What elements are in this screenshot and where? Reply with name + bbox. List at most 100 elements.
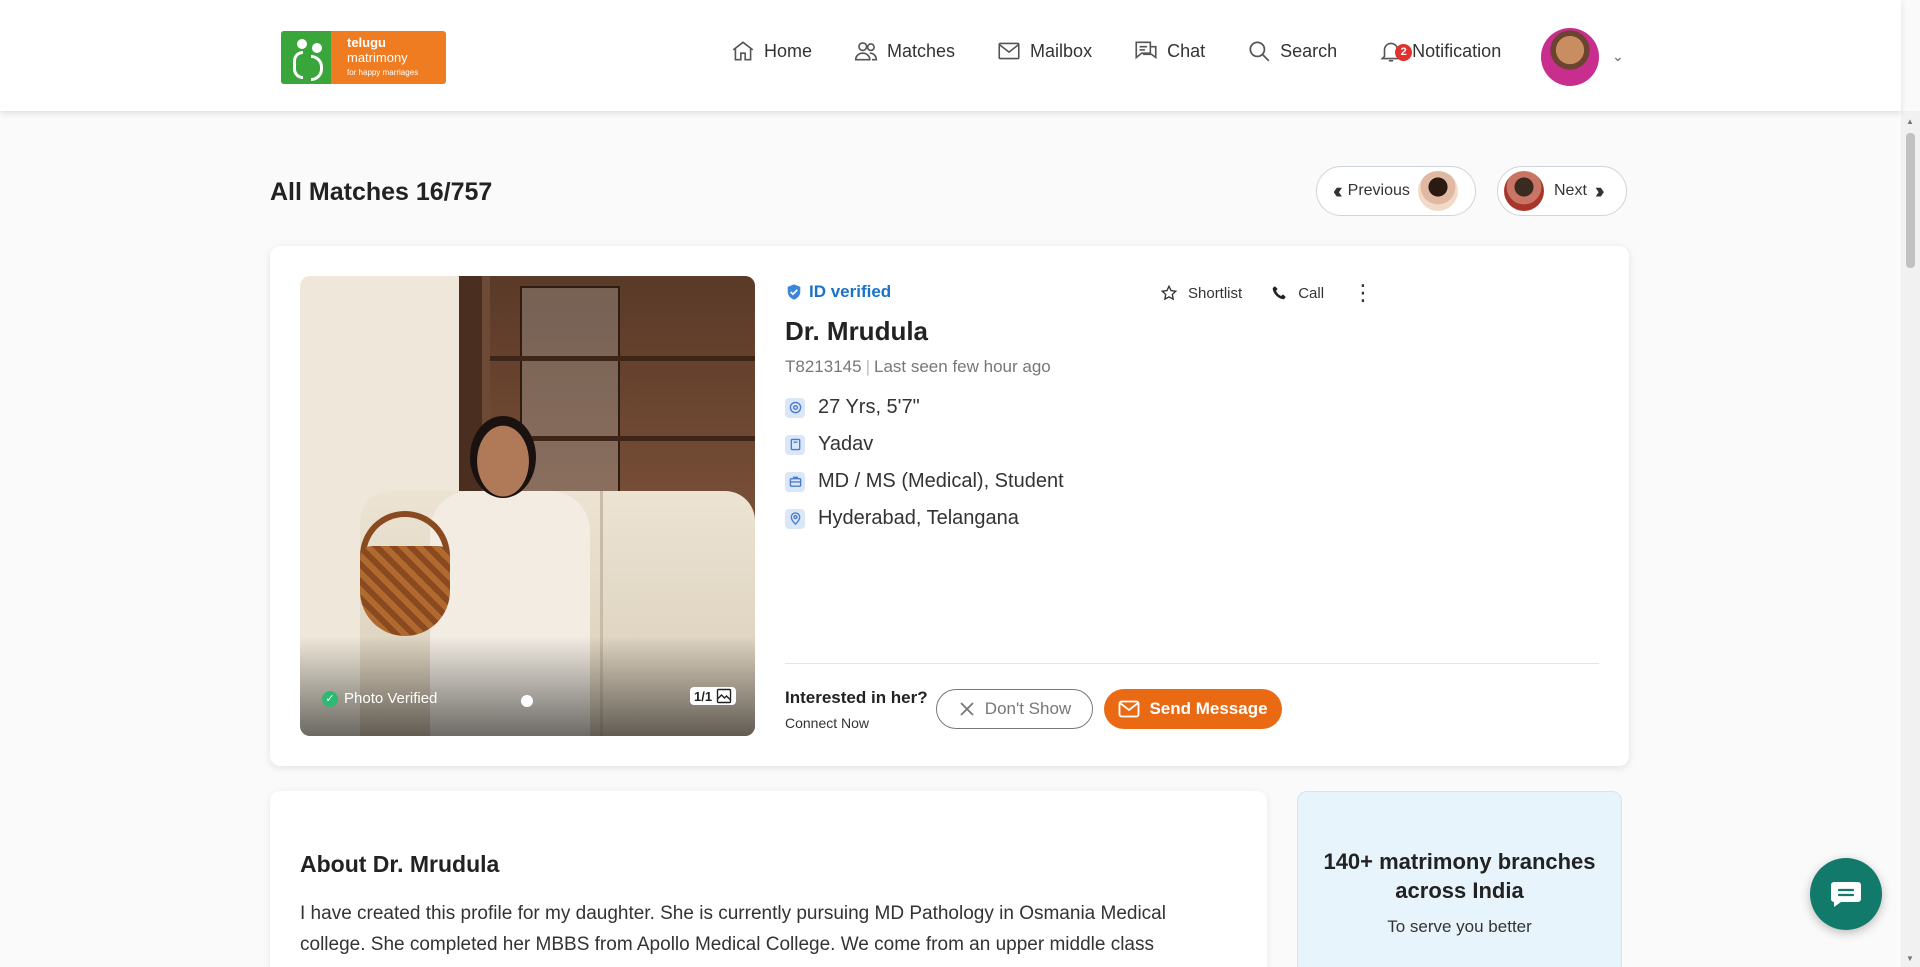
interest-question: Interested in her? [785,688,928,707]
call-label: Call [1298,284,1325,302]
fact-text: 27 Yrs, 5'7" [818,396,920,418]
about-section: About Dr. Mrudula I have created this pr… [270,791,1267,967]
fact-text: MD / MS (Medical), Student [818,470,1064,492]
id-verified-label: ID verified [809,282,892,301]
profile-actions: Shortlist Call ⋮ [1160,282,1374,304]
logo-figure-head-1 [297,39,307,49]
page-title: All Matches 16/757 [270,178,493,206]
nav-home[interactable]: Home [730,38,812,64]
logo-tagline: for happy marriages [347,68,419,77]
star-icon [1160,284,1178,301]
profile-card: ✓ Photo Verified 1/1 ID verified Dr. Mru… [270,246,1629,766]
profile-facts: 27 Yrs, 5'7" Yadav MD / MS (Medical), St… [785,389,1064,537]
nav-chat[interactable]: Chat [1133,38,1205,64]
nav-matches[interactable]: Matches [853,38,955,64]
photo-carousel-dot[interactable] [521,695,533,707]
logo-green-panel [281,31,331,84]
interest-subtext: Connect Now [785,715,870,731]
photo-bottom-shade [300,636,755,736]
search-icon [1249,41,1270,62]
nav-chat-label: Chat [1167,40,1206,61]
logo-figure-body-1 [293,51,303,79]
photo-verified-badge: ✓ Photo Verified [322,690,437,707]
next-profile-thumbnail [1504,171,1544,211]
previous-profile-button[interactable]: ‹‹ Previous [1316,166,1476,216]
page-scrollbar[interactable]: ▲ ▼ [1901,111,1920,967]
location-icon [785,508,805,529]
nav-mailbox-label: Mailbox [1030,40,1093,61]
fact-age-height: 27 Yrs, 5'7" [785,389,1064,426]
dont-show-label: Don't Show [984,699,1072,718]
nav-search[interactable]: Search [1246,38,1337,64]
chat-icon [1135,41,1157,60]
user-avatar[interactable] [1541,28,1599,86]
previous-profile-thumbnail [1417,171,1458,211]
phone-icon [1272,286,1286,300]
scroll-up-arrow-icon[interactable]: ▲ [1906,117,1914,126]
next-label: Next [1554,182,1587,199]
dont-show-button[interactable]: Don't Show [936,689,1093,729]
verified-shield-icon [787,284,801,300]
branches-title: 140+ matrimony branches across India [1323,849,1596,903]
home-icon [732,41,754,61]
profile-meta: T8213145 | Last seen few hour ago [785,357,1064,377]
branches-subtitle: To serve you better [1387,917,1532,936]
mail-icon [998,42,1020,60]
fact-education: MD / MS (Medical), Student [785,463,1064,500]
close-icon [960,702,974,716]
more-options-icon[interactable]: ⋮ [1352,282,1374,304]
last-seen: Last seen few hour ago [874,357,1051,376]
nav-search-label: Search [1280,40,1338,61]
logo-figure-head-2 [312,43,322,53]
users-icon [854,42,878,61]
fact-location: Hyderabad, Telangana [785,500,1064,537]
nav-home-label: Home [764,40,813,61]
id-verified-badge: ID verified [785,282,1064,302]
logo-text-line2: matrimony [347,50,408,65]
profile-name: Dr. Mrudula [785,316,929,346]
fact-text: Yadav [818,433,874,455]
next-profile-button[interactable]: Next ›› [1497,166,1627,216]
nav-mailbox[interactable]: Mailbox [996,38,1092,64]
double-chevron-left-icon: ‹‹ [1333,178,1342,203]
chat-bubble-icon [1831,882,1861,907]
check-icon: ✓ [322,690,338,707]
shortlist-label: Shortlist [1188,284,1243,302]
education-icon [785,471,805,492]
chat-support-button[interactable] [1810,858,1882,930]
meta-separator: | [865,357,870,376]
nav-notification[interactable]: 2 Notification [1378,38,1501,64]
bell-icon-wrap: 2 [1378,38,1413,64]
profile-info: ID verified Dr. Mrudula T8213145 | Last se… [785,282,1064,537]
previous-label: Previous [1347,182,1410,199]
photo-count-label: 1/1 [694,688,713,704]
photo-count-badge[interactable]: 1/1 [690,687,737,705]
logo-text-line1: telugu [347,35,386,50]
photo-person-head [470,416,536,498]
age-height-icon [785,397,805,418]
notification-count-badge: 2 [1395,44,1413,61]
branches-card: 140+ matrimony branches across India To … [1297,791,1622,967]
interest-prompt: Interested in her? Connect Now [785,688,928,731]
send-message-label: Send Message [1149,699,1268,718]
about-text: I have created this profile for my daugh… [300,903,1166,967]
card-divider [785,663,1599,664]
call-button[interactable]: Call [1270,284,1324,302]
community-icon [785,434,805,455]
photo-basket [360,546,450,636]
profile-id: T8213145 [785,357,862,376]
telugu-matrimony-logo[interactable]: telugu matrimony for happy marriages [281,31,446,84]
main-nav: Home Matches Mailbox Chat Search 2 Notif… [730,38,1542,64]
about-title: About Dr. Mrudula [300,851,500,877]
scroll-down-arrow-icon[interactable]: ▼ [1906,954,1914,963]
scroll-thumb[interactable] [1906,133,1915,268]
fact-text: Hyderabad, Telangana [818,507,1019,529]
top-header: telugu matrimony for happy marriages Hom… [0,0,1901,111]
send-message-button[interactable]: Send Message [1104,689,1282,729]
profile-photo[interactable]: ✓ Photo Verified 1/1 [300,276,755,736]
chevron-down-icon[interactable]: ⌄ [1612,48,1624,65]
nav-matches-label: Matches [887,40,956,61]
photo-bg-shelf [490,356,755,361]
double-chevron-right-icon: ›› [1594,178,1604,203]
shortlist-button[interactable]: Shortlist [1160,284,1242,302]
